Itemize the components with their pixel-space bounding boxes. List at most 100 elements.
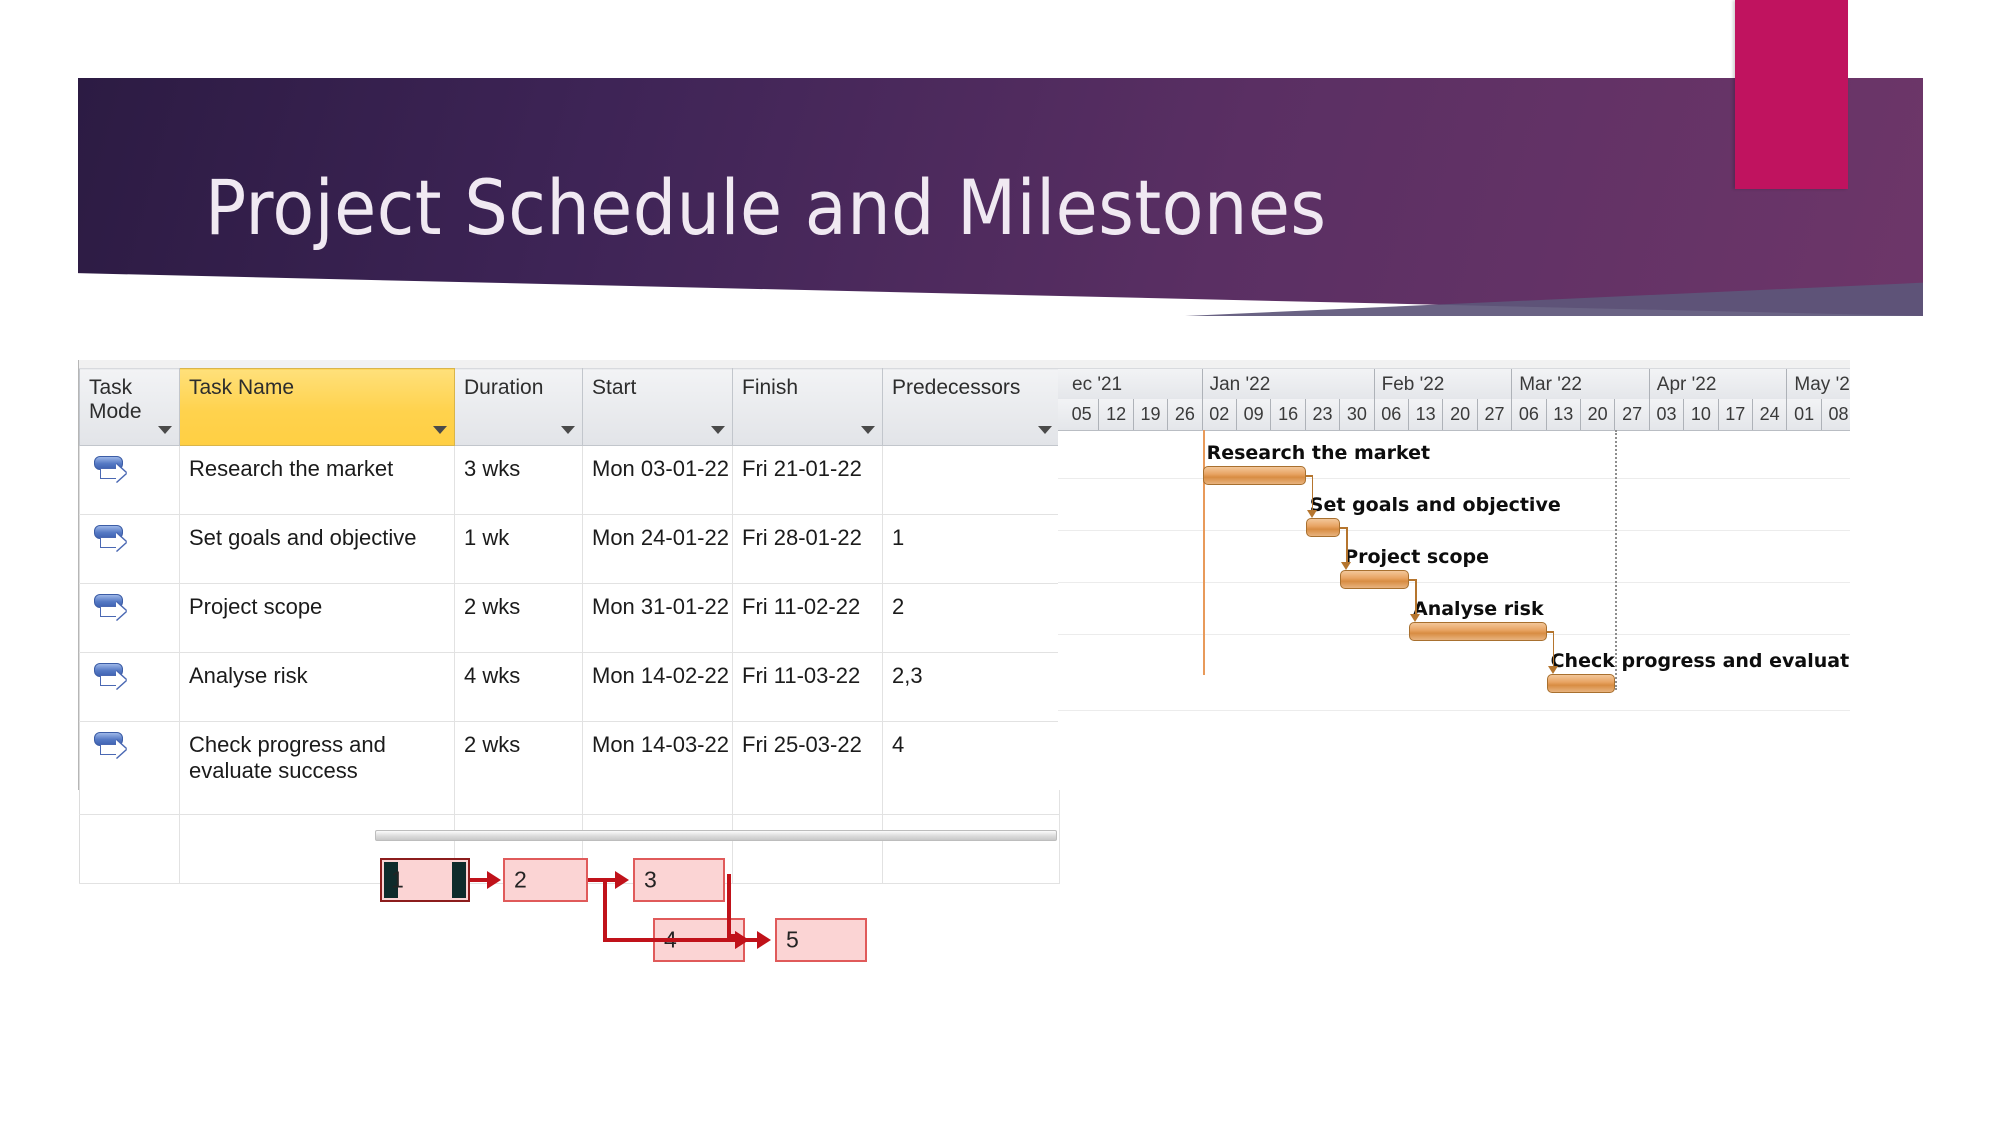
page-title: Project Schedule and Milestones bbox=[205, 163, 1327, 252]
gantt-bar-label: Check progress and evaluate success bbox=[1550, 650, 1850, 672]
cell-finish[interactable]: Fri 11-02-22 bbox=[732, 583, 883, 653]
network-link bbox=[603, 878, 607, 940]
timescale-week: 12 bbox=[1099, 399, 1134, 430]
timescale-week: 27 bbox=[1478, 399, 1513, 430]
column-header-predecessors[interactable]: Predecessors bbox=[882, 368, 1060, 446]
network-node[interactable]: 1 bbox=[380, 858, 470, 902]
gantt-bar[interactable] bbox=[1409, 622, 1547, 641]
gantt-link bbox=[1552, 631, 1555, 669]
cell-start[interactable]: Mon 14-03-22 bbox=[582, 721, 733, 815]
cell-start[interactable]: Mon 24-01-22 bbox=[582, 514, 733, 584]
chevron-down-icon[interactable] bbox=[1038, 426, 1052, 434]
cell-task-name[interactable]: Analyse risk bbox=[179, 652, 455, 722]
column-header-label: Predecessors bbox=[892, 376, 1021, 399]
network-node-label: 1 bbox=[391, 866, 404, 893]
gantt-link-arrow bbox=[1341, 562, 1352, 570]
column-header-finish[interactable]: Finish bbox=[732, 368, 883, 446]
column-header-label: Finish bbox=[742, 376, 799, 399]
column-header-task-mode[interactable]: Task Mode bbox=[79, 368, 180, 446]
timescale-week: 03 bbox=[1650, 399, 1685, 430]
column-header-start[interactable]: Start bbox=[582, 368, 733, 446]
cell-empty[interactable] bbox=[79, 814, 180, 884]
cell-task-name[interactable]: Set goals and objective bbox=[179, 514, 455, 584]
cell-predecessors[interactable]: 2,3 bbox=[882, 652, 1060, 722]
cell-task-mode[interactable] bbox=[79, 445, 180, 515]
table-row[interactable]: Project scope 2 wks Mon 31-01-22 Fri 11-02-… bbox=[79, 583, 1060, 653]
timescale-month: ec '21 bbox=[1065, 369, 1203, 400]
chevron-down-icon[interactable] bbox=[711, 426, 725, 434]
gantt-link bbox=[1415, 579, 1417, 617]
gantt-bars-area: Research the market Set goals and objecti… bbox=[1058, 430, 1850, 790]
cell-duration[interactable]: 3 wks bbox=[454, 445, 583, 515]
cell-duration[interactable]: 2 wks bbox=[454, 583, 583, 653]
cell-predecessors[interactable] bbox=[882, 445, 1060, 515]
task-grid-pane: Task Mode Task Name Duration Start Finis… bbox=[78, 360, 1060, 884]
cell-finish[interactable]: Fri 25-03-22 bbox=[732, 721, 883, 815]
auto-scheduled-icon bbox=[94, 456, 128, 486]
title-banner: Project Schedule and Milestones bbox=[0, 0, 2001, 330]
gantt-bar[interactable] bbox=[1340, 570, 1409, 589]
chevron-down-icon[interactable] bbox=[861, 426, 875, 434]
timescale-week: 05 bbox=[1065, 399, 1100, 430]
cell-start[interactable]: Mon 14-02-22 bbox=[582, 652, 733, 722]
cell-predecessors[interactable]: 1 bbox=[882, 514, 1060, 584]
cell-duration[interactable]: 2 wks bbox=[454, 721, 583, 815]
gantt-chart-pane: ec '21 Jan '22 Feb '22 Mar '22 Apr '22 May '2… bbox=[1058, 360, 1850, 790]
network-node-label: 3 bbox=[644, 866, 657, 893]
gantt-bar[interactable] bbox=[1305, 518, 1341, 537]
table-row[interactable]: Research the market 3 wks Mon 03-01-22 Fri … bbox=[79, 445, 1060, 515]
cell-duration[interactable]: 4 wks bbox=[454, 652, 583, 722]
gantt-link-arrow bbox=[1410, 614, 1420, 622]
gantt-bar-label: Analyse risk bbox=[1413, 598, 1544, 620]
cell-finish[interactable]: Fri 21-01-22 bbox=[732, 445, 883, 515]
cell-start[interactable]: Mon 03-01-22 bbox=[582, 445, 733, 515]
network-node[interactable]: 3 bbox=[633, 858, 725, 902]
cell-predecessors[interactable]: 2 bbox=[882, 583, 1060, 653]
cell-task-mode[interactable] bbox=[79, 583, 180, 653]
chevron-down-icon[interactable] bbox=[433, 426, 447, 434]
timescale-week: 13 bbox=[1547, 399, 1581, 430]
timescale-week: 01 bbox=[1787, 399, 1822, 430]
selection-handle-right[interactable] bbox=[452, 862, 466, 898]
cell-finish[interactable]: Fri 28-01-22 bbox=[732, 514, 883, 584]
table-row[interactable]: Set goals and objective 1 wk Mon 24-01-22 F… bbox=[79, 514, 1060, 584]
cell-task-mode[interactable] bbox=[79, 514, 180, 584]
auto-scheduled-icon bbox=[94, 732, 128, 762]
network-node-label: 5 bbox=[786, 926, 799, 953]
table-header-row: Task Mode Task Name Duration Start Finis… bbox=[79, 368, 1060, 446]
table-row[interactable]: Analyse risk 4 wks Mon 14-02-22 Fri 11-03-2… bbox=[79, 652, 1060, 722]
network-node[interactable]: 2 bbox=[503, 858, 588, 902]
gantt-link bbox=[1311, 475, 1314, 513]
timescale-week: 27 bbox=[1615, 399, 1650, 430]
timescale-month: Mar '22 bbox=[1512, 369, 1650, 400]
ms-project-gantt-view: Task Mode Task Name Duration Start Finis… bbox=[78, 360, 1850, 884]
cell-task-name[interactable]: Check progress and evaluate success bbox=[179, 721, 455, 815]
table-row[interactable]: Check progress and evaluate success 2 wks… bbox=[79, 721, 1060, 815]
network-link-arrow bbox=[615, 871, 629, 889]
cell-finish[interactable]: Fri 11-03-22 bbox=[732, 652, 883, 722]
chevron-down-icon[interactable] bbox=[561, 426, 575, 434]
timescale-week: 06 bbox=[1375, 399, 1409, 430]
accent-rectangle bbox=[1735, 0, 1848, 189]
column-header-task-name[interactable]: Task Name bbox=[179, 368, 455, 446]
cell-task-name[interactable]: Project scope bbox=[179, 583, 455, 653]
network-node-label: 2 bbox=[514, 866, 527, 893]
column-header-label: Task Name bbox=[189, 376, 295, 399]
network-diagram: 12345 bbox=[375, 830, 1075, 962]
cell-predecessors[interactable]: 4 bbox=[882, 721, 1060, 815]
task-table: Task Mode Task Name Duration Start Finis… bbox=[79, 368, 1060, 884]
cell-task-mode[interactable] bbox=[79, 652, 180, 722]
cell-duration[interactable]: 1 wk bbox=[454, 514, 583, 584]
cell-task-name[interactable]: Research the market bbox=[179, 445, 455, 515]
cell-start[interactable]: Mon 31-01-22 bbox=[582, 583, 733, 653]
gantt-bar[interactable] bbox=[1546, 674, 1616, 693]
column-header-duration[interactable]: Duration bbox=[454, 368, 583, 446]
timescale-week: 17 bbox=[1719, 399, 1753, 430]
timescale-month: Jan '22 bbox=[1203, 369, 1375, 400]
column-header-label: Start bbox=[592, 376, 637, 399]
gantt-bar[interactable] bbox=[1202, 466, 1306, 485]
network-node[interactable]: 5 bbox=[775, 918, 867, 962]
cell-task-mode[interactable] bbox=[79, 721, 180, 815]
network-link bbox=[588, 878, 616, 882]
chevron-down-icon[interactable] bbox=[158, 426, 172, 434]
